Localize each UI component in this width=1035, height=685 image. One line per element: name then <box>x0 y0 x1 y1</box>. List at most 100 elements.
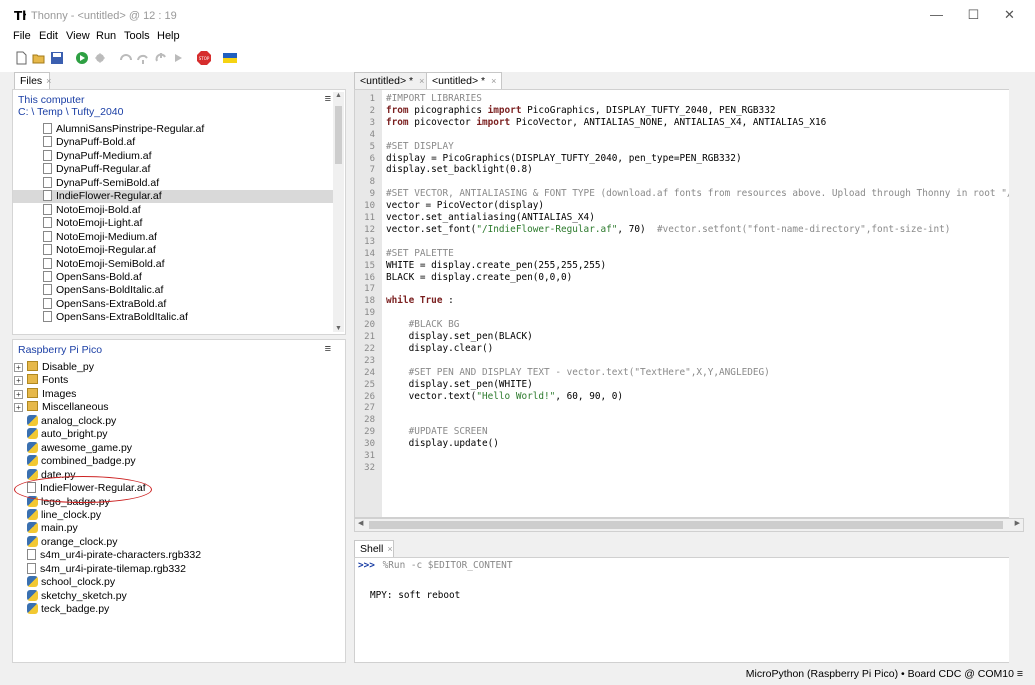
files-scrollbar[interactable]: ▲ ▼ <box>333 92 344 332</box>
pico-file-item[interactable]: auto_bright.py <box>13 428 108 441</box>
step-out-icon[interactable] <box>154 51 168 65</box>
shell-panel[interactable]: >>> %Run -c $EDITOR_CONTENT MPY: soft re… <box>354 557 1024 663</box>
pico-file-label: sketchy_sketch.py <box>41 589 127 602</box>
files-panel-menu-icon[interactable]: ≡ <box>325 93 331 105</box>
file-item[interactable]: OpenSans-ExtraBold.af <box>13 297 333 311</box>
tab-files-close-icon[interactable]: × <box>46 76 51 86</box>
debug-icon[interactable] <box>93 51 107 65</box>
pico-file-label: auto_bright.py <box>41 428 108 441</box>
folder-item[interactable]: + Fonts <box>13 374 68 387</box>
code-editor[interactable]: 1 2 3 4 5 6 7 8 9 10 11 12 13 14 15 16 17 18 19 20 21 22 23 24 2… <box>354 89 1024 518</box>
line-number: 27 <box>364 403 375 414</box>
shell-prompt: >>> <box>358 560 375 571</box>
file-item[interactable]: OpenSans-ExtraBoldItalic.af <box>13 311 333 324</box>
file-item[interactable]: IndieFlower-Regular.af <box>13 190 333 204</box>
pico-panel-title: Raspberry Pi Pico <box>18 344 103 356</box>
file-item[interactable]: NotoEmoji-Light.af <box>13 217 333 230</box>
breadcrumb-drive[interactable]: C: <box>18 106 29 118</box>
file-item-label: DynaPuff-Regular.af <box>56 163 151 176</box>
file-item[interactable]: DynaPuff-Bold.af <box>13 136 333 149</box>
folder-item[interactable]: + Images <box>13 387 76 401</box>
breadcrumb-tufty[interactable]: Tufty_2040 <box>71 106 123 118</box>
python-file-icon <box>27 441 38 453</box>
editor-tab-active[interactable]: <untitled> * × <box>426 72 503 89</box>
folder-item[interactable]: + Disable_py <box>13 361 94 374</box>
code-line: #IMPORT LIBRARIES <box>386 93 482 105</box>
minimize-button[interactable]: — <box>919 0 954 30</box>
menu-run[interactable]: Run <box>96 30 116 43</box>
file-icon <box>43 311 52 323</box>
tab-files[interactable]: Files × <box>14 72 51 89</box>
editor-vertical-scrollbar[interactable] <box>1009 89 1024 518</box>
menu-tools[interactable]: Tools <box>124 30 150 43</box>
code-line: vector.text("Hello World!", 60, 90, 0) <box>386 390 624 403</box>
pico-file-item[interactable]: sketchy_sketch.py <box>13 589 127 603</box>
shell-scrollbar[interactable] <box>1009 557 1024 663</box>
pico-file-item[interactable]: line_clock.py <box>13 508 102 522</box>
file-icon <box>43 284 52 296</box>
tab-shell-close-icon[interactable]: × <box>387 544 392 554</box>
pico-file-item[interactable]: analog_clock.py <box>13 414 116 428</box>
file-item[interactable]: AlumniSansPinstripe-Regular.af <box>13 123 333 136</box>
line-number: 31 <box>364 451 375 461</box>
editor-tab-close-icon[interactable]: × <box>491 76 496 86</box>
editor-tab[interactable]: <untitled> * × <box>354 72 431 89</box>
close-window-button[interactable]: ✕ <box>992 0 1027 30</box>
new-file-icon[interactable] <box>14 51 28 65</box>
pico-file-item[interactable]: s4m_ur4i-pirate-tilemap.rgb332 <box>13 562 186 576</box>
expand-icon[interactable]: + <box>14 389 23 399</box>
file-item[interactable]: OpenSans-Bold.af <box>13 270 333 284</box>
file-item-label: OpenSans-BoldItalic.af <box>56 284 164 297</box>
folder-item[interactable]: + Miscellaneous <box>13 401 109 414</box>
line-number: 24 <box>364 367 375 378</box>
step-into-icon[interactable] <box>136 51 150 65</box>
file-item[interactable]: DynaPuff-Medium.af <box>13 149 333 163</box>
editor-horizontal-scrollbar[interactable]: ◀ ▶ <box>354 518 1024 532</box>
tab-shell[interactable]: Shell × <box>354 540 394 557</box>
stop-icon[interactable]: STOP <box>197 51 211 65</box>
interpreter-status[interactable]: MicroPython (Raspberry Pi Pico) • Board … <box>746 668 1023 680</box>
resume-icon[interactable] <box>172 51 186 65</box>
open-folder-icon[interactable] <box>32 51 46 65</box>
code-token: import <box>487 104 522 116</box>
file-icon <box>43 270 52 282</box>
file-item[interactable]: OpenSans-BoldItalic.af <box>13 284 333 297</box>
pico-file-label: school_clock.py <box>41 576 116 589</box>
expand-icon[interactable]: + <box>14 363 23 372</box>
pico-file-item[interactable]: s4m_ur4i-pirate-characters.rgb332 <box>13 549 201 562</box>
file-item[interactable]: NotoEmoji-Medium.af <box>13 230 333 244</box>
pico-file-item[interactable]: teck_badge.py <box>13 603 109 616</box>
file-item[interactable]: NotoEmoji-Regular.af <box>13 244 333 257</box>
menu-view[interactable]: View <box>66 30 90 43</box>
pico-file-item[interactable]: school_clock.py <box>13 576 115 589</box>
pico-panel-menu-icon[interactable]: ≡ <box>325 343 331 355</box>
thonny-app-icon: Th <box>14 9 26 21</box>
expand-icon[interactable]: + <box>14 403 23 413</box>
file-item[interactable]: DynaPuff-Regular.af <box>13 163 333 176</box>
code-token: , 60, 90, 0) <box>555 390 624 402</box>
menu-help[interactable]: Help <box>157 30 180 43</box>
menu-edit[interactable]: Edit <box>39 30 58 43</box>
pico-file-label: teck_badge.py <box>41 603 110 616</box>
file-item[interactable]: NotoEmoji-Bold.af <box>13 203 333 217</box>
pico-file-label: line_clock.py <box>41 508 102 521</box>
run-icon[interactable] <box>75 51 89 65</box>
file-item[interactable]: NotoEmoji-SemiBold.af <box>13 257 333 271</box>
files-scrollbar-thumb[interactable] <box>335 106 342 164</box>
code-token: vector.text( <box>386 390 477 402</box>
editor-tab-close-icon[interactable]: × <box>419 76 424 86</box>
expand-icon[interactable]: + <box>14 376 23 386</box>
pico-file-item[interactable]: main.py <box>13 522 78 535</box>
menu-file[interactable]: File <box>13 30 31 43</box>
maximize-button[interactable]: ☐ <box>956 0 991 30</box>
file-item[interactable]: DynaPuff-SemiBold.af <box>13 176 333 190</box>
step-over-icon[interactable] <box>119 51 133 65</box>
code-token: display.clear() <box>386 342 494 354</box>
save-icon[interactable] <box>50 51 64 65</box>
pico-file-item[interactable]: awesome_game.py <box>13 441 132 455</box>
ukraine-flag-icon[interactable] <box>223 51 237 65</box>
editor-hscroll-thumb[interactable] <box>369 521 1003 529</box>
pico-file-item[interactable]: combined_badge.py <box>13 455 136 468</box>
breadcrumb-temp[interactable]: Temp <box>37 106 63 118</box>
pico-file-item[interactable]: orange_clock.py <box>13 535 117 549</box>
